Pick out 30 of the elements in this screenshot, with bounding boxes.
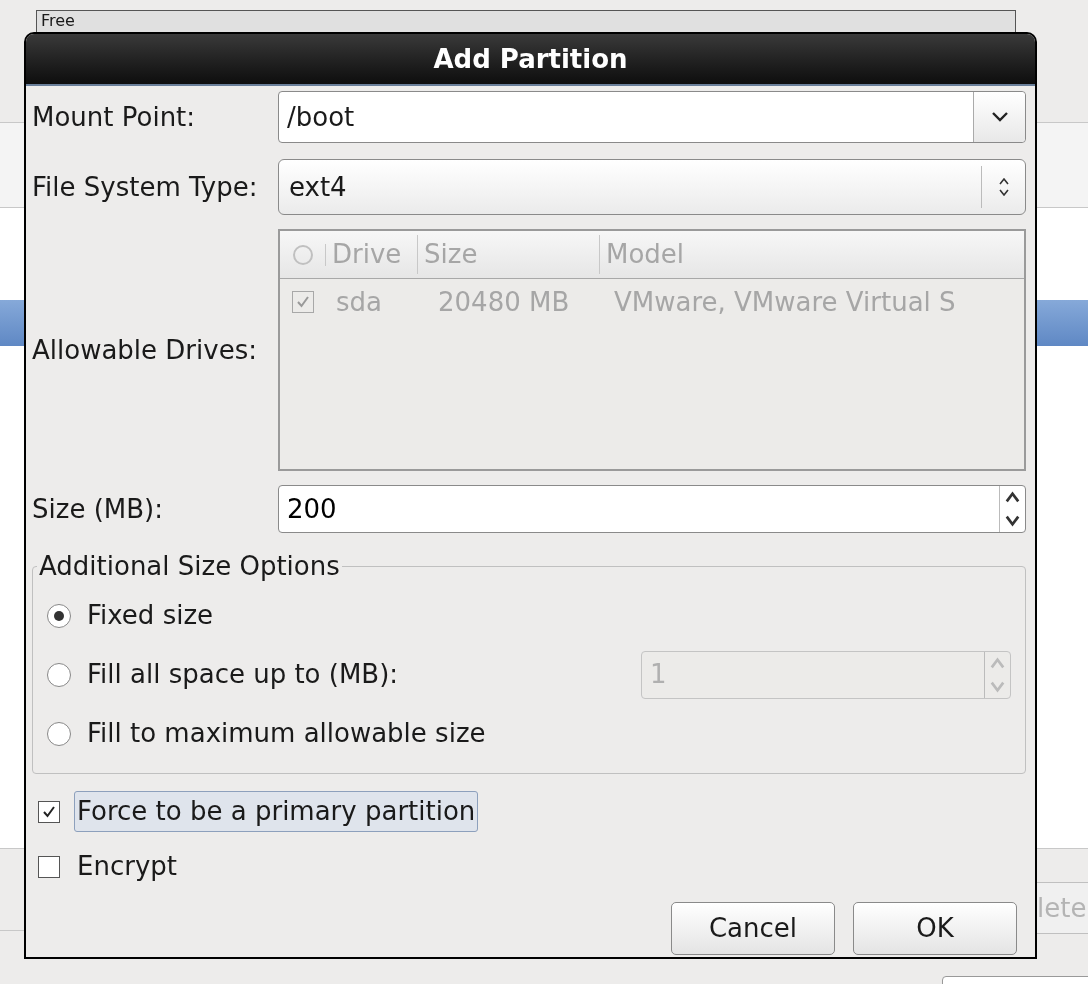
option-label[interactable]: Fill to maximum allowable size <box>87 714 1011 753</box>
table-cell-text: sda <box>335 285 383 319</box>
check-icon <box>295 294 311 310</box>
table-cell-text: VMware, VMware Virtual S <box>613 285 957 319</box>
checkbox[interactable] <box>38 855 60 878</box>
checkbox-label[interactable]: Force to be a primary partition <box>74 791 479 832</box>
circle-icon <box>291 243 314 266</box>
mount-point-combo[interactable]: /boot <box>278 91 1026 143</box>
radio-button[interactable] <box>47 662 71 687</box>
option-label[interactable]: Fixed size <box>87 596 1011 635</box>
file-system-select[interactable]: ext4 <box>278 159 1026 215</box>
chevron-down-icon <box>989 111 1010 123</box>
option-label[interactable]: Fill all space up to (MB): <box>87 655 625 694</box>
field-label: File System Type: <box>32 170 259 204</box>
dialog-title: Add Partition <box>26 34 1035 86</box>
field-label: Mount Point: <box>32 100 197 134</box>
table-cell-text: 20480 MB <box>437 285 571 319</box>
group-title: Additional Size Options <box>38 550 341 583</box>
dialog-button[interactable]: Cancel <box>671 902 835 955</box>
dialog-button[interactable]: OK <box>853 902 1017 955</box>
up-down-arrows-icon <box>997 177 1010 197</box>
field-label: Size (MB): <box>32 492 164 526</box>
radio-button[interactable] <box>47 721 71 746</box>
checkbox[interactable] <box>38 800 60 823</box>
radio-button[interactable] <box>47 603 71 628</box>
field-label: Allowable Drives: <box>32 333 258 367</box>
size-spin-field[interactable]: 200 <box>278 485 1026 533</box>
checkbox-label[interactable]: Encrypt <box>74 846 180 887</box>
dropdown-button[interactable] <box>973 92 1025 142</box>
list-header: Free <box>36 10 1016 34</box>
